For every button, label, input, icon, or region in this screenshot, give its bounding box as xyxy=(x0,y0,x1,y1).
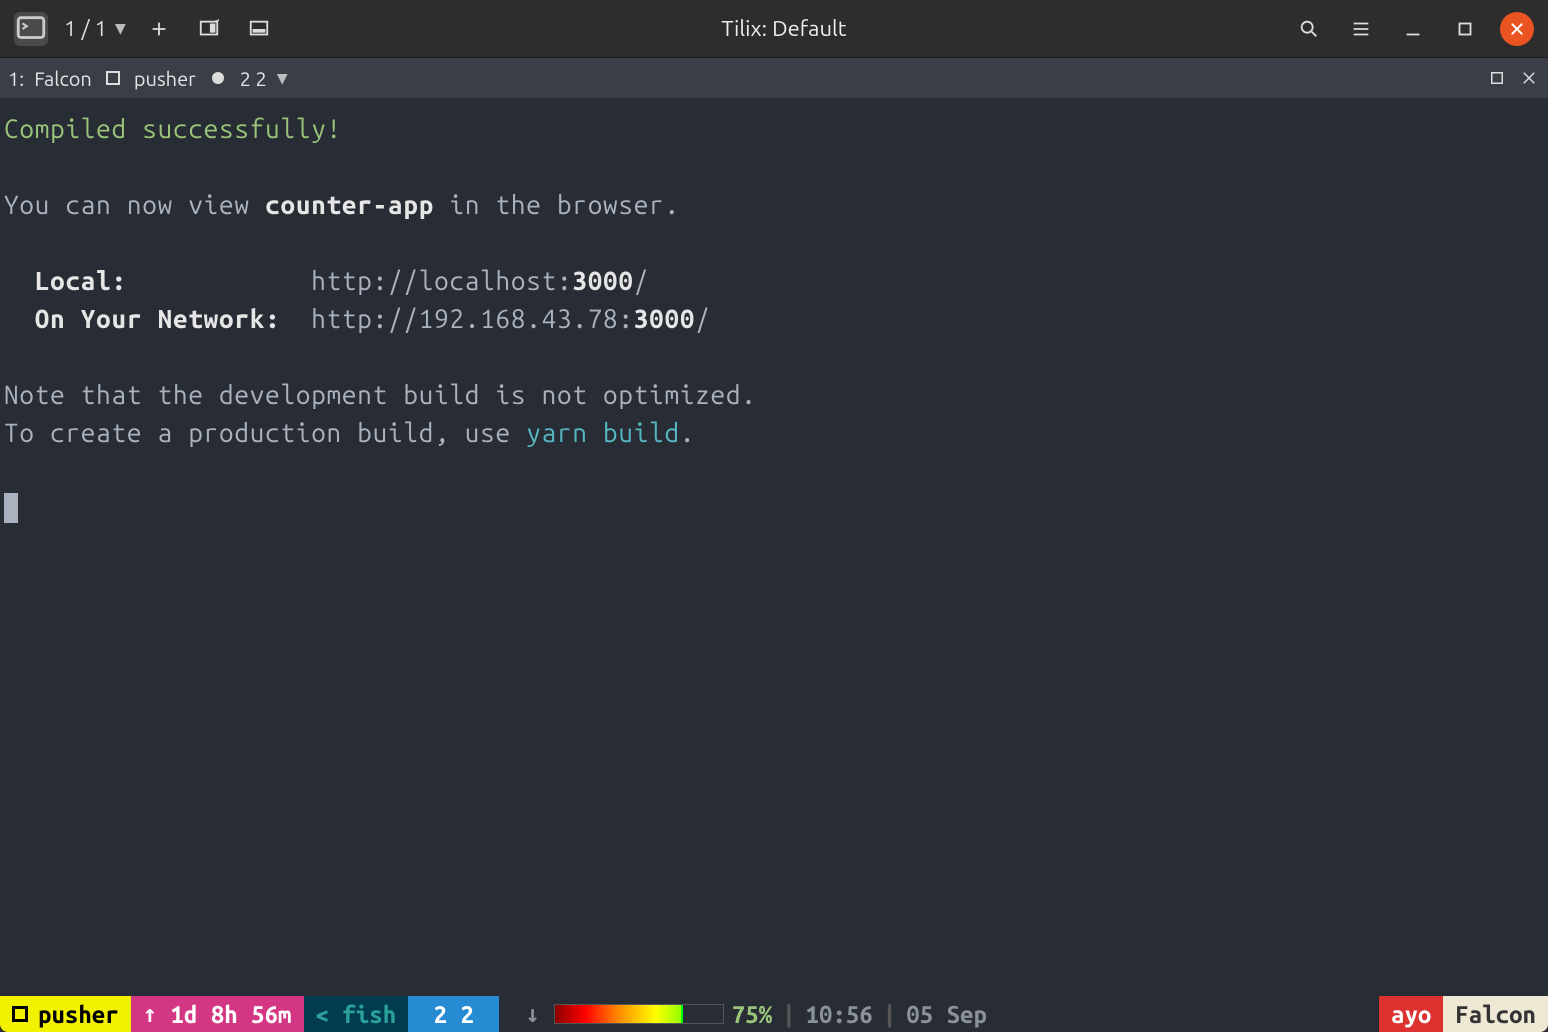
app-icon[interactable] xyxy=(14,12,48,46)
battery-percent: 75% xyxy=(732,1001,772,1028)
dot-icon xyxy=(212,72,224,84)
status-shell: < fish xyxy=(304,996,409,1032)
tab-counter[interactable]: 1 / 1 ▼ xyxy=(64,16,126,41)
local-line: Local: http://localhost:3000/ xyxy=(4,266,649,295)
session-index: 1: xyxy=(8,67,24,90)
terminal-output: Compiled successfully! You can now view … xyxy=(4,110,1544,528)
session-caret-icon[interactable]: ▼ xyxy=(277,70,288,87)
square-icon xyxy=(106,71,120,85)
maximize-button[interactable] xyxy=(1448,12,1482,46)
down-arrow-icon: ↓ xyxy=(511,1000,553,1028)
split-down-button[interactable] xyxy=(242,12,276,46)
menu-button[interactable] xyxy=(1344,12,1378,46)
view-line: You can now view counter-app in the brow… xyxy=(4,190,680,219)
session-dir: pusher xyxy=(134,67,196,90)
new-tab-button[interactable] xyxy=(142,12,176,46)
session-bar: 1: Falcon pusher 2 2 ▼ xyxy=(0,58,1548,98)
status-bar: pusher ↑ 1d 8h 56m < fish 2 2 ↓ 75% 10:5… xyxy=(0,996,1548,1032)
note2-line: To create a production build, use yarn b… xyxy=(4,418,695,447)
status-host: Falcon xyxy=(1443,996,1548,1032)
compiled-line: Compiled successfully! xyxy=(4,114,342,143)
status-session[interactable]: pusher xyxy=(0,996,131,1032)
note1-line: Note that the development build is not o… xyxy=(4,380,757,409)
status-user: ayo xyxy=(1379,996,1443,1032)
network-line: On Your Network: http://192.168.43.78:30… xyxy=(4,304,711,333)
up-arrow-icon: ↑ xyxy=(143,1000,157,1028)
status-spacer xyxy=(999,996,1379,1032)
search-button[interactable] xyxy=(1292,12,1326,46)
caret-down-icon: ▼ xyxy=(115,20,126,37)
session-close-button[interactable] xyxy=(1518,67,1540,89)
square-icon xyxy=(12,1006,28,1022)
status-right: ↓ 75% 10:56 05 Sep xyxy=(499,996,999,1032)
status-date: 05 Sep xyxy=(906,1001,987,1028)
session-maximize-button[interactable] xyxy=(1486,67,1508,89)
session-panes: 2 2 xyxy=(240,67,267,90)
status-battery: 75% xyxy=(554,1001,772,1028)
status-panes: 2 2 xyxy=(408,996,499,1032)
tab-counter-text: 1 / 1 xyxy=(64,16,107,41)
terminal-window: 1 / 1 ▼ Tilix: Default xyxy=(0,0,1548,1032)
minimize-button[interactable] xyxy=(1396,12,1430,46)
close-button[interactable] xyxy=(1500,12,1534,46)
cursor xyxy=(4,493,18,523)
status-uptime: ↑ 1d 8h 56m xyxy=(131,996,304,1032)
status-time: 10:56 xyxy=(806,1001,873,1028)
session-host: Falcon xyxy=(34,67,92,90)
terminal-pane[interactable]: Compiled successfully! You can now view … xyxy=(0,98,1548,996)
split-right-button[interactable] xyxy=(192,12,226,46)
battery-meter-icon xyxy=(554,1004,724,1024)
window-title: Tilix: Default xyxy=(288,16,1280,41)
titlebar: 1 / 1 ▼ Tilix: Default xyxy=(0,0,1548,58)
